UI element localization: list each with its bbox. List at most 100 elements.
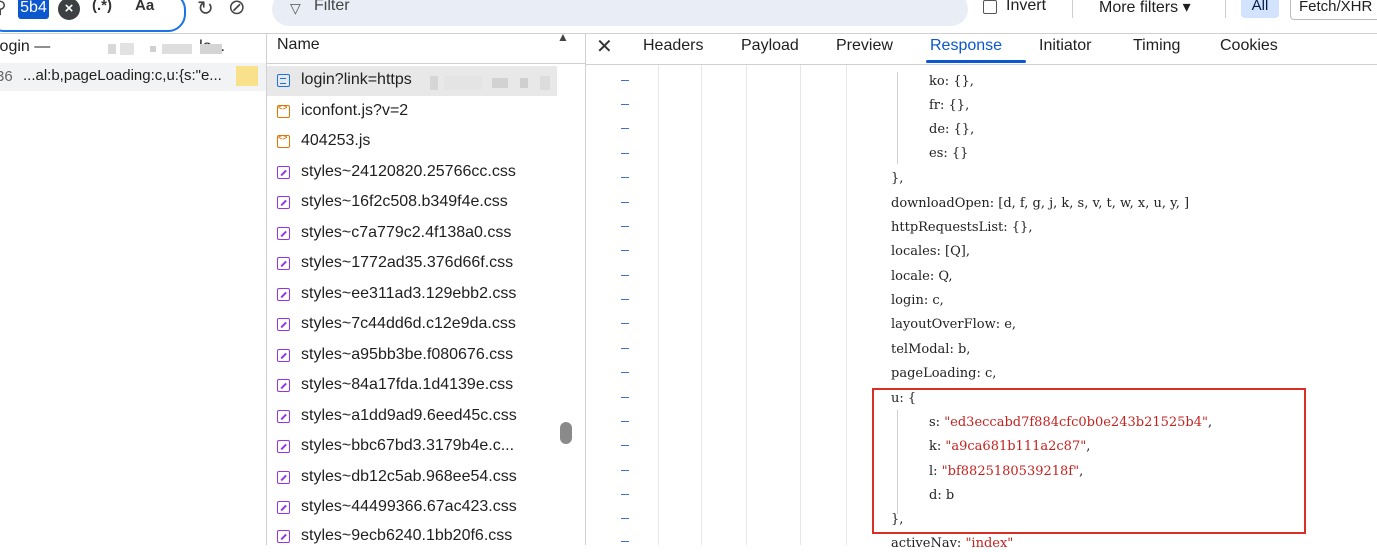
line-marker xyxy=(621,299,629,300)
type-filter-all[interactable]: All xyxy=(1241,0,1279,18)
request-row[interactable]: styles~a95bb3be.f080676.css xyxy=(267,341,557,371)
request-name: styles~16f2c508.b349f4e.css xyxy=(301,193,508,210)
tabs-divider xyxy=(586,64,1377,65)
gutter-line xyxy=(701,65,702,545)
line-marker xyxy=(621,104,629,105)
gutter-line xyxy=(846,65,847,545)
indent-guide xyxy=(897,72,898,164)
line-marker xyxy=(621,445,629,446)
document-icon xyxy=(277,74,290,87)
search-result-file-label: login — xyxy=(0,38,51,55)
more-filters-dropdown[interactable]: More filters ▾ xyxy=(1099,0,1191,17)
request-name: styles~a1dd9ad9.6eed45c.css xyxy=(301,407,517,424)
request-row[interactable]: styles~bbc67bd3.3179b4e.c... xyxy=(267,432,557,462)
request-row[interactable]: 404253.js xyxy=(267,127,557,157)
request-name: styles~a95bb3be.f080676.css xyxy=(301,346,514,363)
tab-timing[interactable]: Timing xyxy=(1133,37,1180,55)
line-marker xyxy=(621,421,629,422)
scrollbar-thumb[interactable] xyxy=(560,422,572,444)
tab-response[interactable]: Response xyxy=(930,37,1002,55)
code-line: telModal: b, xyxy=(891,342,971,357)
tab-payload[interactable]: Payload xyxy=(741,37,799,55)
request-name: styles~1772ad35.376d66f.css xyxy=(301,254,514,271)
code-line: pageLoading: c, xyxy=(891,366,997,381)
highlight-annotation-box xyxy=(872,388,1306,534)
request-row[interactable]: styles~db12c5ab.968ee54.css xyxy=(267,463,557,493)
clear-icon[interactable]: ⊘ xyxy=(228,0,246,20)
filter-icon: ▽ xyxy=(290,0,301,16)
code-line: es: {} xyxy=(929,146,969,161)
stylesheet-icon xyxy=(277,379,290,392)
code-line: ko: {}, xyxy=(929,74,974,89)
close-icon[interactable]: ✕ xyxy=(596,34,613,59)
line-marker xyxy=(621,494,629,495)
request-row[interactable]: styles~ee311ad3.129ebb2.css xyxy=(267,280,557,310)
stylesheet-icon xyxy=(277,288,290,301)
code-line: de: {}, xyxy=(929,122,975,137)
request-name: 404253.js xyxy=(301,132,371,149)
line-marker xyxy=(621,202,629,203)
search-icon: ⚲ xyxy=(0,0,7,17)
request-name: styles~24120820.25766cc.css xyxy=(301,163,516,180)
invert-label[interactable]: Invert xyxy=(1006,0,1046,15)
name-column-header[interactable]: Name xyxy=(277,36,320,54)
request-row[interactable]: styles~24120820.25766cc.css xyxy=(267,158,557,188)
request-name: styles~9ecb6240.1bb20f6.css xyxy=(301,527,513,544)
request-name: styles~44499366.67ac423.css xyxy=(301,498,517,515)
request-row[interactable]: styles~44499366.67ac423.css xyxy=(267,493,557,523)
request-row[interactable]: styles~16f2c508.b349f4e.css xyxy=(267,188,557,218)
code-line: downloadOpen: [d, f, g, j, k, s, v, t, w… xyxy=(891,196,1190,211)
sort-ascending-icon[interactable]: ▲ xyxy=(557,30,569,44)
line-marker xyxy=(621,177,629,178)
tab-headers[interactable]: Headers xyxy=(643,37,703,55)
code-line: activeNav: "index" xyxy=(891,536,1013,551)
request-row[interactable]: styles~a1dd9ad9.6eed45c.css xyxy=(267,402,557,432)
request-name: styles~84a17fda.1d4139e.css xyxy=(301,376,514,393)
invert-checkbox[interactable] xyxy=(983,0,997,14)
tab-preview[interactable]: Preview xyxy=(836,37,893,55)
header-divider xyxy=(267,63,585,64)
stylesheet-icon xyxy=(277,257,290,270)
request-name: styles~db12c5ab.968ee54.css xyxy=(301,468,517,485)
line-marker xyxy=(621,275,629,276)
request-row[interactable]: styles~84a17fda.1d4139e.css xyxy=(267,371,557,401)
type-filter-fetch-xhr[interactable]: Fetch/XHR xyxy=(1290,0,1377,20)
line-marker xyxy=(621,470,629,471)
code-string: "index" xyxy=(965,536,1014,551)
code-line: layoutOverFlow: e, xyxy=(891,317,1017,332)
match-highlight xyxy=(236,66,258,86)
filter-input[interactable] xyxy=(272,0,968,26)
tab-cookies[interactable]: Cookies xyxy=(1220,37,1278,55)
request-row[interactable]: styles~9ecb6240.1bb20f6.css xyxy=(267,522,557,552)
request-row[interactable]: iconfont.js?v=2 xyxy=(267,97,557,127)
filter-placeholder: Filter xyxy=(314,0,350,14)
match-case-button[interactable]: Aa xyxy=(135,0,154,14)
search-result-line-text[interactable]: ...al:b,pageLoading:c,u:{s:"e... xyxy=(23,67,222,84)
request-row[interactable]: styles~1772ad35.376d66f.css xyxy=(267,249,557,279)
toolbar-divider xyxy=(1225,0,1226,18)
request-name: styles~7c44dd6d.c12e9da.css xyxy=(301,315,516,332)
tab-initiator[interactable]: Initiator xyxy=(1039,37,1091,55)
stylesheet-icon xyxy=(277,196,290,209)
request-row[interactable]: styles~c7a779c2.4f138a0.css xyxy=(267,219,557,249)
stylesheet-icon xyxy=(277,166,290,179)
code-line: locale: Q, xyxy=(891,269,953,284)
search-result-line-number: 36 xyxy=(0,68,13,85)
stylesheet-icon xyxy=(277,318,290,331)
code-line: locales: [Q], xyxy=(891,244,970,259)
gutter-line xyxy=(800,65,801,545)
code-line: fr: {}, xyxy=(929,98,970,113)
line-marker xyxy=(621,518,629,519)
code-key: activeNav: xyxy=(891,536,966,551)
request-row[interactable]: styles~7c44dd6d.c12e9da.css xyxy=(267,310,557,340)
refresh-icon[interactable]: ↻ xyxy=(197,0,214,21)
request-name: styles~bbc67bd3.3179b4e.c... xyxy=(301,437,515,454)
gutter-line xyxy=(746,65,747,545)
search-query-text[interactable]: 5b4 xyxy=(18,0,49,19)
regex-toggle-button[interactable]: (.*) xyxy=(92,0,112,14)
request-name: styles~ee311ad3.129ebb2.css xyxy=(301,285,517,302)
stylesheet-icon xyxy=(277,410,290,423)
active-tab-indicator xyxy=(926,60,1026,63)
code-line: }, xyxy=(891,171,904,186)
line-marker xyxy=(621,250,629,251)
